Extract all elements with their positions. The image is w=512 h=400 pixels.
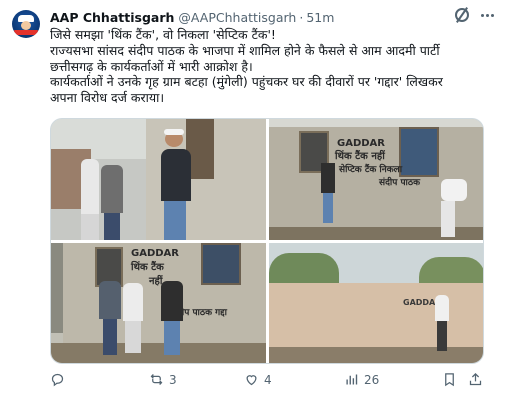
person [437, 321, 447, 351]
views-button[interactable]: 26 [344, 372, 379, 387]
post-text-line: जिसे समझा 'थिंक टैंक', वो निकला 'सेप्टिक… [50, 27, 276, 42]
author-avatar[interactable] [12, 10, 40, 38]
wall-text: GADDAR [131, 248, 179, 259]
person [164, 321, 180, 355]
share-button[interactable] [468, 372, 483, 387]
person [125, 321, 141, 353]
like-count: 4 [264, 372, 272, 387]
wall-text: संदीप पाठक [379, 178, 421, 188]
person [164, 201, 186, 240]
person [123, 283, 143, 321]
photo-house [51, 243, 63, 333]
repost-button[interactable]: 3 [149, 372, 177, 387]
grok-icon[interactable] [455, 8, 469, 22]
person [323, 193, 333, 223]
post-text: जिसे समझा 'थिंक टैंक', वो निकला 'सेप्टिक… [50, 27, 494, 106]
person [321, 163, 335, 193]
avatar-face [21, 21, 31, 30]
wall-text: सेप्टिक टैंक निकला [339, 165, 403, 175]
post-time[interactable]: 51m [306, 10, 334, 25]
person [103, 319, 117, 355]
photo-4[interactable]: GADDAR [269, 243, 483, 363]
like-icon [246, 375, 257, 386]
photo-sky [269, 119, 483, 127]
separator-dot: · [299, 9, 304, 25]
post-text-line: अपना विरोध दर्ज कराया। [50, 90, 165, 106]
wall-text: थिंक टैंक [131, 262, 164, 273]
share-icon [469, 372, 482, 386]
person [441, 179, 467, 201]
header-actions [455, 8, 494, 22]
photo-window [399, 127, 439, 177]
reply-icon [51, 373, 64, 387]
views-icon [346, 374, 358, 385]
repost-icon [150, 374, 163, 385]
post-text-line: कार्यकर्ताओं ने उनके गृह ग्राम बटहा (मुं… [50, 74, 443, 90]
photo-ground [51, 343, 266, 363]
photo-trees [269, 253, 339, 285]
action-bar: 3 4 26 [50, 372, 494, 392]
wall-text: GADDAR [337, 138, 385, 149]
avatar-band [14, 30, 38, 35]
photo-wall [269, 283, 483, 347]
reply-button[interactable] [50, 372, 70, 387]
photo-1[interactable] [51, 119, 266, 240]
views-count: 26 [364, 372, 380, 387]
person [435, 295, 449, 321]
photo-3[interactable]: GADDAR थिंक टैंक नहीं संदीप पाठक गद्दा [51, 243, 266, 363]
post-text-line: राज्यसभा सांसद संदीप पाठक के भाजपा में श… [50, 42, 440, 58]
person [81, 159, 99, 214]
person [81, 214, 99, 240]
photo-window [201, 243, 241, 285]
author-name[interactable]: AAP Chhattisgarh [50, 10, 174, 25]
post-header: AAP Chhattisgarh @AAPChhattisgarh · 51m [50, 8, 334, 26]
person [441, 201, 455, 237]
person [161, 149, 191, 201]
wall-text: थिंक टैंक नहीं [335, 151, 385, 162]
person [161, 281, 183, 321]
bookmark-icon [445, 373, 454, 387]
bookmark-button[interactable] [442, 372, 457, 387]
repost-count: 3 [169, 372, 177, 387]
like-button[interactable]: 4 [244, 372, 272, 387]
photo-2[interactable]: GADDAR थिंक टैंक नहीं सेप्टिक टैंक निकला… [269, 119, 483, 240]
media-grid: GADDAR थिंक टैंक नहीं सेप्टिक टैंक निकला… [50, 118, 484, 364]
person [99, 281, 121, 319]
photo-ground [269, 347, 483, 363]
person [104, 213, 120, 240]
author-handle[interactable]: @AAPChhattisgarh [178, 10, 296, 25]
photo-trees [419, 257, 483, 285]
aap-cap [164, 129, 184, 135]
post-text-line: छत्तीसगढ़ के कार्यकर्ताओं में भारी आक्रो… [50, 58, 253, 74]
person [101, 165, 123, 213]
more-icon[interactable] [481, 13, 494, 17]
